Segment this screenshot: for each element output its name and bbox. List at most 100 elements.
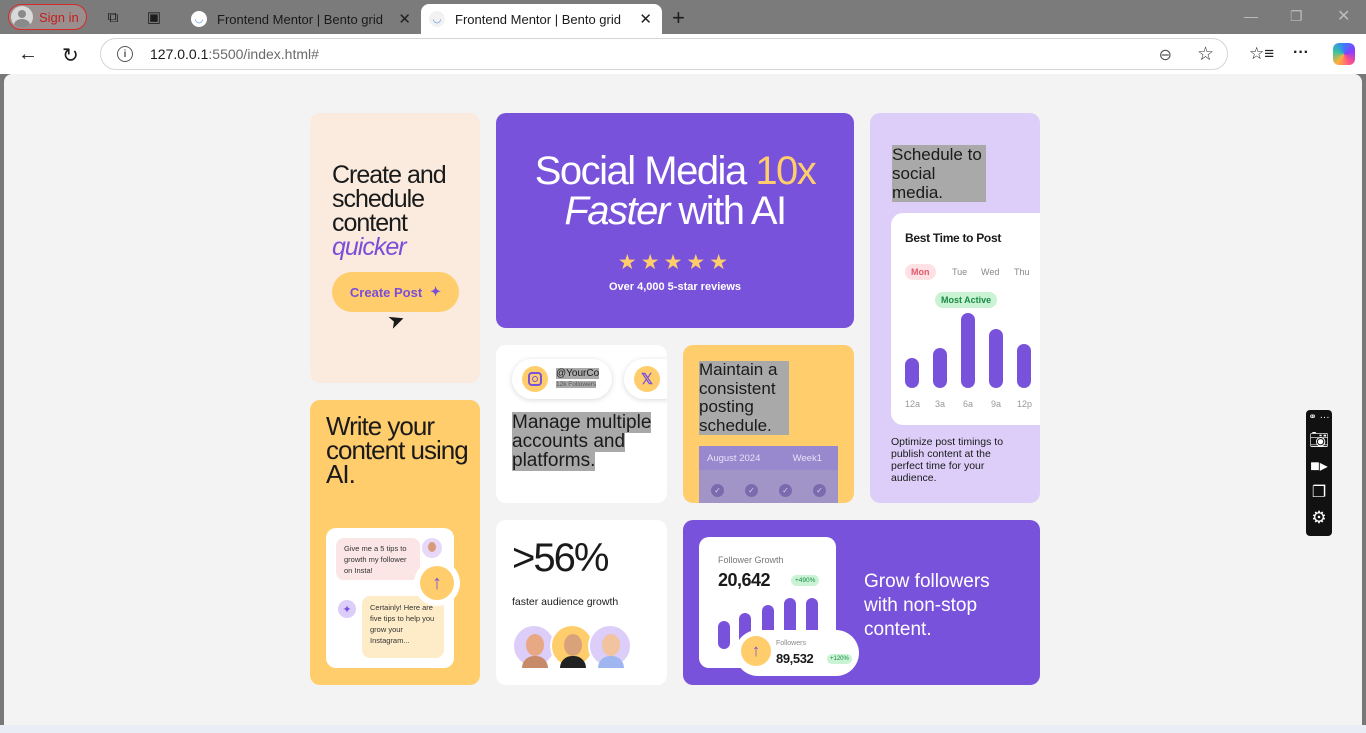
followers-badge: +120% bbox=[827, 654, 852, 664]
favorites-icon[interactable]: ☆≡ bbox=[1249, 44, 1274, 64]
followers-value: 89,532 bbox=[776, 651, 814, 666]
workspaces-icon[interactable]: ⧉ bbox=[104, 8, 122, 26]
time-label: 12a bbox=[905, 399, 921, 409]
consistent-card-title: Maintain a consistent posting schedule. bbox=[699, 360, 789, 435]
calendar-header: August 2024 Week1 bbox=[699, 446, 838, 470]
gear-icon[interactable]: ⚙ bbox=[1306, 508, 1332, 528]
bottom-strip bbox=[0, 725, 1366, 733]
x-account-pill: 𝕏 bbox=[624, 359, 667, 399]
time-label: 6a bbox=[963, 399, 974, 409]
capture-toolbar: ⚭ ··· 📷︎ ■▸ ❐ ⚙ bbox=[1306, 410, 1332, 536]
most-active-badge: Most Active bbox=[935, 292, 998, 308]
address-field[interactable]: i 127.0.0.1:5500/index.html# ⊖ ☆ bbox=[100, 38, 1228, 70]
schedule-title: Schedule to social media. bbox=[892, 145, 986, 202]
best-time-chart: Best Time to Post Mon Tue Wed Thu Most A… bbox=[891, 213, 1040, 425]
time-label: 12p bbox=[1017, 399, 1033, 409]
calendar-month: August 2024 bbox=[707, 453, 761, 464]
site-favicon-icon: ◡ bbox=[191, 11, 207, 27]
day-mon: Mon bbox=[905, 264, 936, 280]
chart-bar bbox=[933, 348, 947, 388]
x-icon: 𝕏 bbox=[634, 366, 660, 392]
check-icon: ✓ bbox=[779, 484, 792, 497]
write-ai-card: Write your content using AI. Give me a 5… bbox=[310, 400, 480, 685]
create-post-card: Create and schedule content quicker Crea… bbox=[310, 113, 480, 383]
new-tab-icon[interactable]: + bbox=[672, 5, 685, 31]
account-handle: @YourCo bbox=[556, 368, 600, 379]
refresh-icon[interactable]: ↻ bbox=[62, 43, 79, 68]
close-tab-icon[interactable]: ✕ bbox=[398, 10, 411, 28]
rating-stars-icon: ★★★★★ bbox=[617, 251, 733, 274]
consistent-schedule-card: Maintain a consistent posting schedule. … bbox=[683, 345, 854, 503]
day-wed: Wed bbox=[981, 267, 1000, 277]
growth-bar bbox=[718, 621, 730, 649]
more-icon[interactable]: ··· bbox=[1293, 44, 1309, 62]
close-window-icon[interactable]: ✕ bbox=[1337, 6, 1350, 26]
schedule-description: Optimize post timings to publish content… bbox=[891, 436, 1004, 484]
reviews-caption: Over 4,000 5-star reviews bbox=[608, 281, 742, 293]
chat-question: Give me a 5 tips to growth my follower o… bbox=[336, 538, 420, 580]
minimize-icon[interactable]: — bbox=[1244, 8, 1258, 24]
tab-title: Frontend Mentor | Bento grid bbox=[217, 11, 383, 27]
hero-title: Social Media 10x Faster with AI bbox=[534, 149, 817, 233]
check-icon: ✓ bbox=[745, 484, 758, 497]
chart-bar bbox=[905, 358, 919, 388]
day-thu: Thu bbox=[1014, 267, 1030, 277]
instagram-account-pill: @YourCo 12k Followers bbox=[512, 359, 612, 399]
copilot-icon[interactable] bbox=[1333, 43, 1355, 65]
chart-bar bbox=[1017, 344, 1031, 388]
chart-bar bbox=[989, 329, 1003, 388]
create-card-title: Create and schedule content quicker bbox=[332, 161, 447, 261]
chart-bar bbox=[961, 313, 975, 388]
sign-in-label: Sign in bbox=[39, 9, 79, 25]
profile-avatar-icon bbox=[11, 6, 33, 28]
site-favicon-icon: ◡ bbox=[429, 11, 445, 27]
ai-sparkle-icon: ✦ bbox=[338, 600, 356, 618]
manage-card-title: Manage multiple accounts and platforms. bbox=[512, 412, 652, 471]
info-icon[interactable]: i bbox=[117, 46, 133, 62]
back-icon[interactable]: ← bbox=[18, 43, 38, 66]
tab-title: Frontend Mentor | Bento grid bbox=[455, 11, 621, 27]
tab-strip: Sign in ⧉ ▣ ◡ Frontend Mentor | Bento gr… bbox=[0, 0, 1366, 34]
tab-active[interactable]: ◡ Frontend Mentor | Bento grid ✕ bbox=[421, 4, 662, 34]
followers-pill: ↑ Followers 89,532 +120% bbox=[735, 630, 859, 676]
link-more-icon[interactable]: ⚭ ··· bbox=[1306, 412, 1332, 423]
grow-card-title: Grow followers with non-stop content. bbox=[864, 571, 990, 640]
time-label: 9a bbox=[991, 399, 1002, 409]
camera-icon[interactable]: 📷︎ bbox=[1306, 430, 1332, 450]
user-avatar bbox=[422, 538, 442, 558]
follower-growth-value: 20,642 bbox=[718, 570, 771, 590]
check-icon: ✓ bbox=[813, 484, 826, 497]
manage-accounts-card: @YourCo 12k Followers 𝕏 Manage multiple … bbox=[496, 345, 667, 503]
time-label: 3a bbox=[935, 399, 946, 409]
vertical-tabs-icon[interactable]: ▣ bbox=[145, 8, 163, 26]
calendar-week: Week1 bbox=[792, 453, 822, 464]
zoom-out-icon[interactable]: ⊖ bbox=[1159, 45, 1172, 65]
account-followers: 12k Followers bbox=[556, 381, 597, 388]
sign-in-button[interactable]: Sign in bbox=[8, 4, 87, 30]
day-tue: Tue bbox=[952, 267, 968, 277]
hero-card: Social Media 10x Faster with AI ★★★★★ Ov… bbox=[496, 113, 854, 328]
growth-stat-value: >56% bbox=[512, 536, 609, 580]
instagram-icon bbox=[522, 366, 548, 392]
schedule-card: Schedule to social media. Best Time to P… bbox=[870, 113, 1040, 503]
avatar bbox=[588, 624, 632, 668]
calendar-mockup: August 2024 Week1 ✓ ✓ ✓ ✓ bbox=[699, 446, 838, 503]
windows-icon[interactable]: ❐ bbox=[1306, 482, 1332, 502]
chart-title: Best Time to Post bbox=[905, 231, 1002, 245]
close-tab-icon[interactable]: ✕ bbox=[639, 10, 652, 28]
arrow-up-icon: ↑ bbox=[420, 566, 454, 600]
sparkle-icon: ✦ bbox=[430, 284, 442, 299]
restore-icon[interactable]: ❐ bbox=[1290, 8, 1303, 25]
send-button[interactable]: ↑ bbox=[414, 560, 460, 606]
write-card-title: Write your content using AI. bbox=[326, 411, 469, 489]
growth-stat-caption: faster audience growth bbox=[512, 596, 619, 608]
video-icon[interactable]: ■▸ bbox=[1306, 456, 1332, 476]
tab-inactive[interactable]: ◡ Frontend Mentor | Bento grid ✕ bbox=[183, 4, 421, 34]
address-toolbar: ← ↻ i 127.0.0.1:5500/index.html# ⊖ ☆ ☆≡ … bbox=[0, 34, 1366, 74]
create-post-button[interactable]: Create Post ✦ bbox=[332, 272, 459, 312]
follower-growth-badge: +490% bbox=[791, 575, 820, 586]
favorite-star-icon[interactable]: ☆ bbox=[1197, 43, 1214, 66]
growth-stat-card: >56% faster audience growth bbox=[496, 520, 667, 685]
grow-followers-card: Follower Growth 20,642 +490% ↑ Followers… bbox=[683, 520, 1040, 685]
url-text[interactable]: 127.0.0.1:5500/index.html# bbox=[150, 46, 319, 62]
